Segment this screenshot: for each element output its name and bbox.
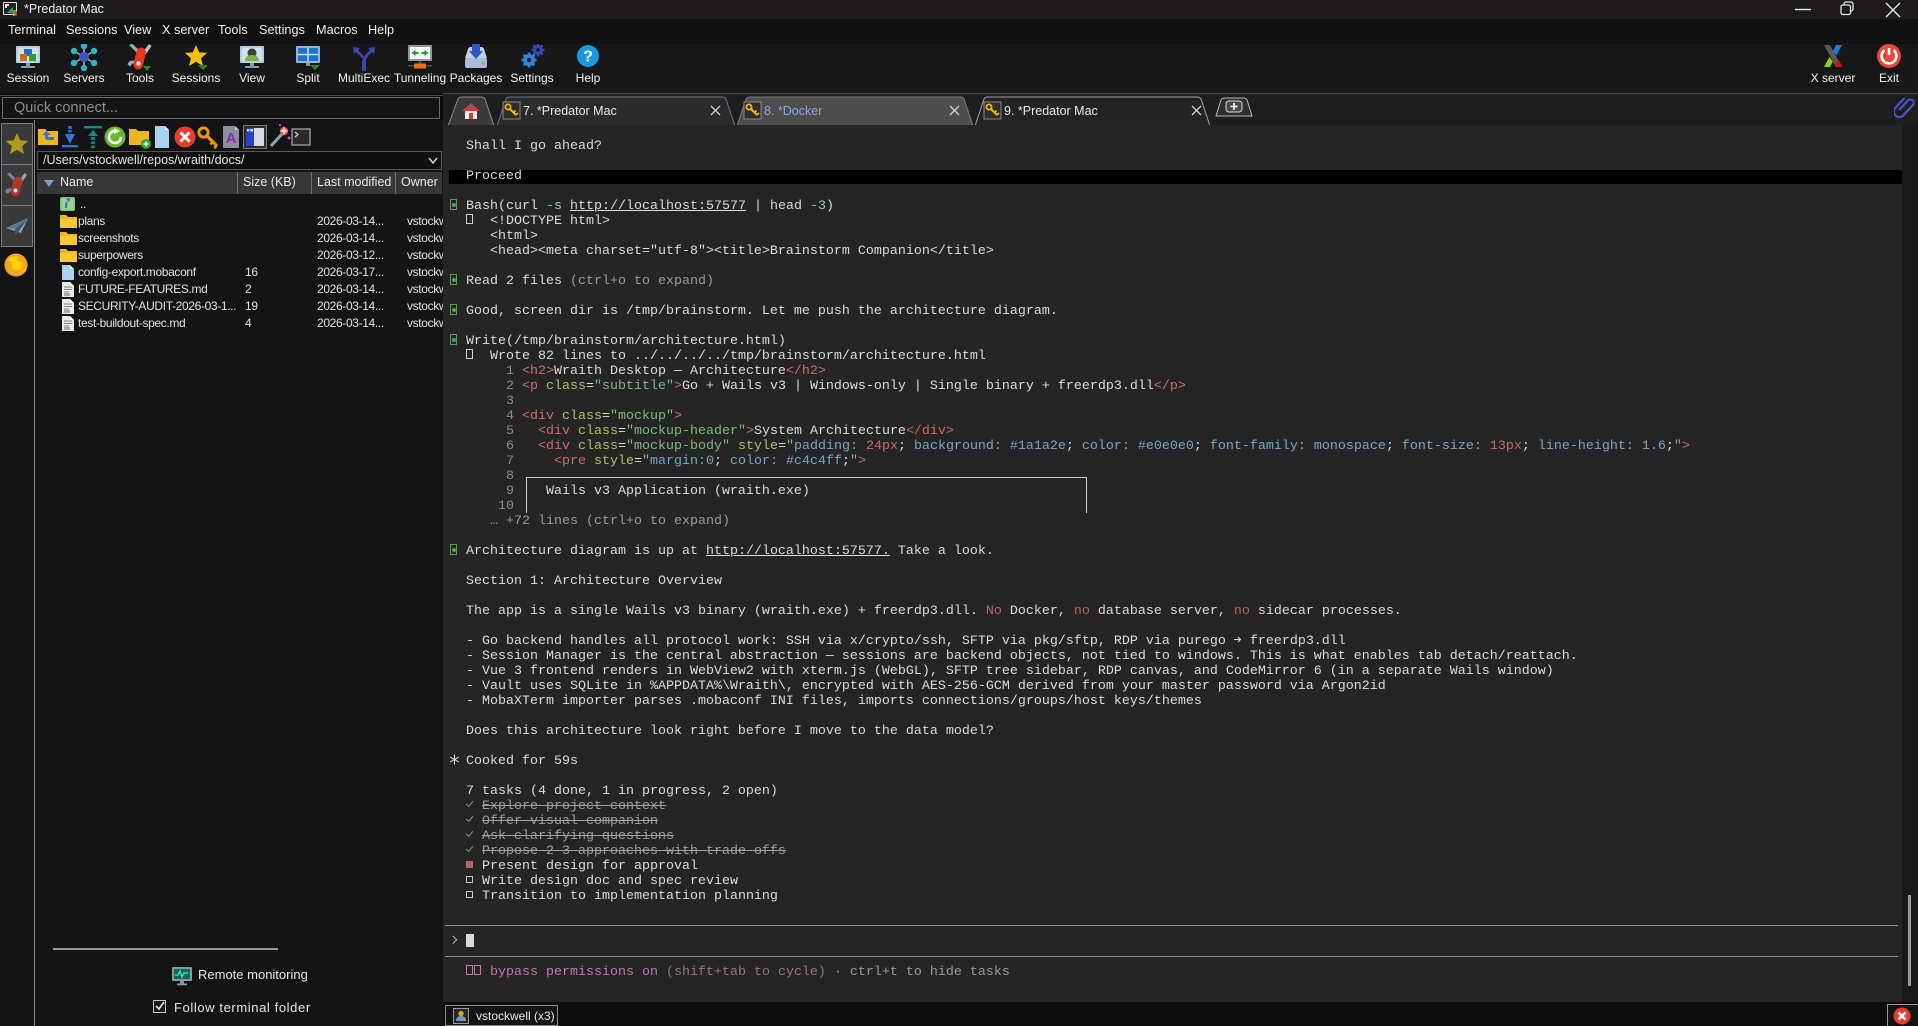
svg-text:A: A [226, 130, 237, 147]
svg-text:9. *Predator Mac: 9. *Predator Mac [1004, 104, 1098, 118]
svg-text:?: ? [583, 49, 593, 66]
svg-text:7. *Predator Mac: 7. *Predator Mac [523, 104, 617, 118]
svg-text:8. *Docker: 8. *Docker [764, 104, 822, 118]
